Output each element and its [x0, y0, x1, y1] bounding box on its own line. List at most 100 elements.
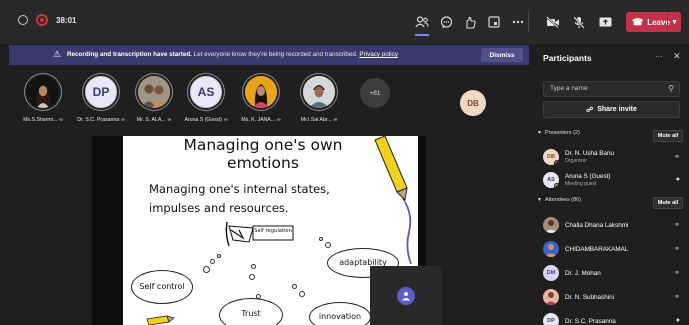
presenters-label: Presenters (2): [544, 130, 580, 136]
teams-meeting-window: 38:01 ☎ Leave ▼ ⚠ Recording and transcri…: [0, 0, 689, 325]
rooms-icon[interactable]: [486, 14, 502, 30]
more-icon[interactable]: [510, 14, 526, 30]
attendees-section-header[interactable]: ▼ Attendees (86) Mute all: [537, 197, 687, 211]
avatar: DP: [85, 76, 117, 108]
slide-subtitle-line: impulses and resources.: [149, 201, 289, 215]
avatar: DP: [543, 313, 559, 325]
gallery-tile[interactable]: AS Aruna S (Guest) ∞: [177, 74, 235, 126]
cloud-self-control: Self control: [131, 270, 193, 304]
small-pencil-illustration: [146, 315, 175, 325]
participant-name: Ms. K. JANA... ∞: [241, 117, 281, 123]
leave-options-button[interactable]: ▼: [667, 12, 681, 32]
gallery-tile[interactable]: Ms.S.Sharmi... ∞: [14, 74, 72, 126]
participant-name: Challa Dhana Lakshmi: [565, 222, 629, 229]
slide-subtitle-line: Managing one's internal states,: [149, 182, 330, 196]
self-regulation-illustration: [225, 221, 294, 247]
react-icon[interactable]: [462, 14, 478, 30]
slide-title-line: Managing one's own: [183, 136, 343, 154]
avatar: [138, 76, 170, 108]
thought-bubble-dot: [217, 254, 221, 258]
mic-off-icon[interactable]: [571, 14, 587, 30]
share-invite-icon: ☍: [586, 106, 594, 114]
participant-name: Dr. S.C. Prasanna: [565, 318, 616, 325]
participant-name: Dr. J. Mohan: [565, 270, 601, 277]
participant-row[interactable]: Dr. N. Subhashini ⚭: [541, 288, 687, 308]
mute-all-button[interactable]: Mute all: [653, 197, 683, 209]
slide-title-line: emotions: [227, 154, 299, 172]
record-icon: [36, 14, 48, 26]
search-placeholder: Type a name: [550, 85, 588, 92]
mute-all-button[interactable]: Mute all: [653, 130, 683, 142]
share-invite-label: Share invite: [597, 106, 637, 113]
participant-row[interactable]: CHIDAMBARAKAMAL ⚭: [541, 240, 687, 260]
close-icon[interactable]: ✕: [673, 51, 681, 62]
presenters-section-header[interactable]: ▼ Presenters (2) Mute all: [537, 130, 687, 144]
gallery-tile[interactable]: Ms. K. JANA... ∞: [232, 74, 290, 126]
participant-row[interactable]: DB Dr. N. Usha Banu Organizer ⚭: [541, 148, 687, 168]
more-icon[interactable]: ···: [655, 52, 663, 61]
chat-icon[interactable]: [438, 14, 454, 30]
mic-icon: ●: [675, 176, 680, 183]
share-invite-button[interactable]: ☍ Share invite: [543, 101, 680, 118]
avatar: [245, 76, 277, 108]
self-video-preview[interactable]: [370, 266, 442, 325]
avatar: [543, 289, 559, 305]
people-icon[interactable]: [414, 14, 430, 36]
pin-icon: ∞: [59, 117, 63, 123]
mic-off-icon: ⚭: [674, 154, 680, 161]
avatar: [27, 76, 59, 108]
shield-icon[interactable]: [18, 15, 28, 25]
search-input[interactable]: Type a name ⚲: [543, 81, 680, 97]
mic-icon: ●: [675, 317, 680, 324]
share-icon[interactable]: [597, 14, 613, 30]
participant-row[interactable]: Challa Dhana Lakshmi ⚭: [541, 216, 687, 236]
avatar: [543, 241, 559, 257]
participant-row[interactable]: DP Dr. S.C. Prasanna ●: [541, 312, 687, 325]
pin-icon: ∞: [167, 117, 172, 123]
participant-name: Dr. N. Usha Banu: [565, 150, 614, 157]
participant-name: Dr. S.C. Prasanna ∞: [77, 117, 125, 123]
cloud-innovation: innovation: [309, 302, 371, 325]
participant-name: Aruna S (Guest) ∞: [184, 117, 228, 123]
more-participants-button[interactable]: +81: [360, 78, 390, 108]
slide-title: Managing one's own emotions: [163, 136, 363, 172]
privacy-policy-link[interactable]: Privacy policy: [359, 51, 398, 58]
chevron-down-icon: ▼: [537, 130, 542, 136]
pencil-illustration: [374, 136, 412, 265]
cloud-trust: Trust: [219, 298, 283, 325]
participant-name: Ms.S.Sharmi... ∞: [23, 117, 63, 123]
mic-off-icon: ⚭: [674, 246, 680, 253]
banner-text: Let everyone know they're being recorded…: [193, 51, 358, 58]
slide-subtitle: Managing one's internal states, impulses…: [149, 180, 349, 218]
gallery-tile[interactable]: Mr. S. ALA... ∞: [125, 74, 183, 126]
thought-bubble-dot: [249, 274, 255, 280]
thought-bubble-dot: [319, 237, 323, 241]
warning-icon: ⚠: [53, 49, 62, 59]
leave-button[interactable]: ☎ Leave ▼: [626, 12, 681, 32]
chevron-down-icon: ▼: [537, 197, 542, 203]
mic-off-icon: ⚭: [674, 270, 680, 277]
search-icon: ⚲: [668, 84, 674, 93]
pin-icon: ∞: [333, 117, 338, 123]
thought-bubble-dot: [210, 259, 215, 264]
phone-icon: ☎: [632, 16, 644, 27]
gallery-tile[interactable]: Mr.I.Sai Abr... ∞: [290, 74, 348, 126]
camera-off-icon[interactable]: [545, 14, 561, 30]
participant-row[interactable]: DM Dr. J. Mohan ⚭: [541, 264, 687, 284]
person-icon: [397, 287, 415, 305]
banner-message: Recording and transcription have started…: [67, 51, 398, 58]
thought-bubble-dot: [251, 264, 256, 269]
self-avatar: DB: [460, 90, 486, 116]
participant-role: Meeting guest: [565, 181, 597, 187]
avatar: [303, 76, 335, 108]
participant-row[interactable]: AS Aruna S (Guest) Meeting guest ●: [541, 171, 687, 191]
pin-icon: ∞: [223, 117, 228, 123]
meeting-toolbar: 38:01 ☎ Leave ▼: [0, 0, 689, 44]
participant-name: Mr. S. ALA... ∞: [136, 117, 172, 123]
participant-name: Mr.I.Sai Abr... ∞: [300, 117, 338, 123]
participant-name: CHIDAMBARAKAMAL: [565, 246, 629, 253]
toolbar-divider: [528, 12, 529, 32]
gallery-tile[interactable]: DP Dr. S.C. Prasanna ∞: [72, 74, 130, 126]
avatar: DM: [543, 265, 559, 281]
dismiss-button[interactable]: Dismiss: [481, 48, 523, 62]
